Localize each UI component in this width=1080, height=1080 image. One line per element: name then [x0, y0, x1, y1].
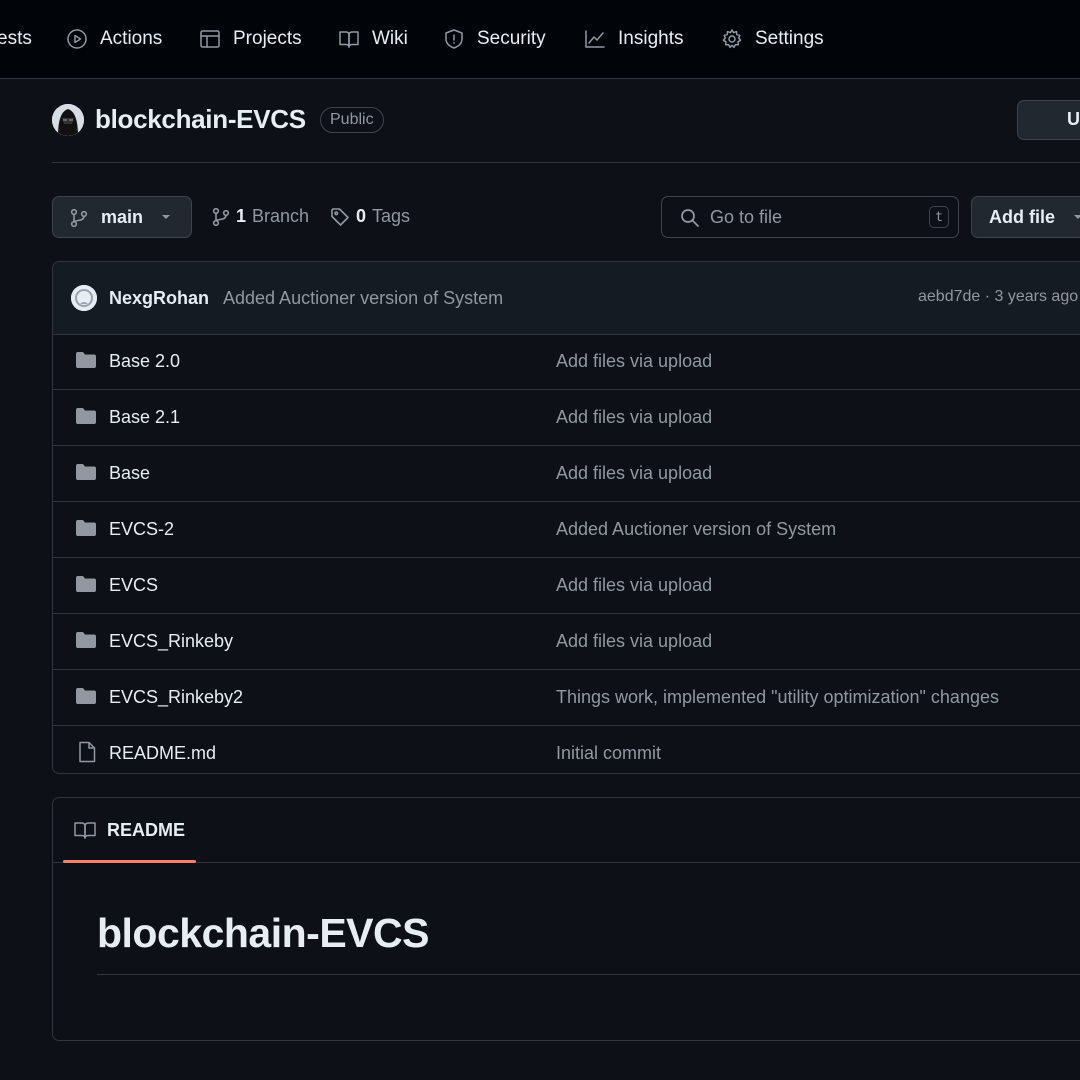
file-row[interactable]: Base 2.0 Add files via upload: [53, 334, 1080, 390]
nav-tab-label: ests: [0, 28, 32, 49]
add-file-label: Add file: [989, 207, 1055, 227]
shield-icon: [443, 28, 465, 50]
file-browser: NexgRohan Added Auctioner version of Sys…: [52, 261, 1080, 774]
visibility-badge: Public: [320, 107, 384, 133]
play-icon: [66, 28, 88, 50]
file-row[interactable]: EVCS_Rinkeby Add files via upload: [53, 614, 1080, 670]
gear-icon: [721, 28, 743, 50]
file-row[interactable]: Base Add files via upload: [53, 446, 1080, 502]
file-name-link[interactable]: EVCS: [109, 575, 158, 596]
branch-count-label: Branch: [252, 206, 310, 226]
pin-button-label: U: [1067, 109, 1080, 129]
folder-icon: [75, 630, 97, 650]
file-commit-message[interactable]: Initial commit: [556, 743, 661, 764]
repo-name[interactable]: blockchain-EVCS: [95, 104, 306, 135]
file-row[interactable]: Base 2.1 Add files via upload: [53, 390, 1080, 446]
pin-button[interactable]: U: [1017, 100, 1080, 140]
file-row[interactable]: EVCS-2 Added Auctioner version of System: [53, 502, 1080, 558]
file-commit-message[interactable]: Add files via upload: [556, 463, 712, 484]
branch-name: main: [101, 207, 144, 227]
folder-icon: [75, 518, 97, 538]
branches-link[interactable]: 1 Branch: [212, 206, 309, 227]
book-icon: [338, 28, 360, 50]
file-row[interactable]: EVCS Add files via upload: [53, 558, 1080, 614]
folder-icon: [75, 574, 97, 594]
tag-count-label: Tags: [372, 206, 411, 226]
tag-icon: [330, 207, 350, 227]
nav-tab-label: Insights: [618, 28, 684, 49]
keyboard-shortcut-hint: t: [929, 206, 949, 228]
file-commit-message[interactable]: Things work, implemented "utility optimi…: [556, 687, 999, 708]
go-to-file-placeholder: Go to file: [710, 207, 783, 227]
nav-tab-projects[interactable]: Projects: [199, 0, 302, 78]
file-name-link[interactable]: README.md: [109, 743, 216, 764]
nav-tab-label: Actions: [100, 28, 163, 49]
nav-tab-label: Wiki: [372, 28, 408, 49]
file-row[interactable]: EVCS_Rinkeby2 Things work, implemented "u…: [53, 670, 1080, 726]
nav-tab-insights[interactable]: Insights: [584, 0, 683, 78]
readme-heading: blockchain-EVCS: [97, 910, 429, 956]
tags-link[interactable]: 0 Tags: [330, 206, 410, 227]
graph-icon: [584, 28, 606, 50]
commit-author[interactable]: NexgRohan: [109, 288, 209, 309]
folder-icon: [75, 686, 97, 706]
active-tab-indicator: [63, 860, 196, 863]
readme-panel: README blockchain-EVCS: [52, 797, 1080, 1041]
file-name-link[interactable]: EVCS_Rinkeby: [109, 631, 233, 652]
file-name-link[interactable]: Base 2.0: [109, 351, 180, 372]
file-commit-message[interactable]: Added Auctioner version of System: [556, 519, 836, 540]
commit-message[interactable]: Added Auctioner version of System: [223, 288, 503, 309]
repo-nav-bar: ests Actions Projects Wiki Security Insi…: [0, 0, 1080, 79]
commit-author-avatar[interactable]: [71, 285, 97, 311]
nav-tab-label: Settings: [755, 28, 824, 49]
file-commit-message[interactable]: Add files via upload: [556, 351, 712, 372]
add-file-button[interactable]: Add file: [971, 196, 1080, 238]
file-icon: [77, 741, 97, 763]
search-icon: [680, 208, 700, 228]
book-icon: [74, 820, 96, 840]
go-to-file-input[interactable]: Go to file t: [661, 196, 959, 238]
readme-tab[interactable]: README: [63, 798, 196, 863]
file-commit-message[interactable]: Add files via upload: [556, 575, 712, 596]
chevron-down-icon: [1072, 212, 1080, 222]
nav-tab-actions[interactable]: Actions: [66, 0, 162, 78]
owner-avatar[interactable]: [52, 104, 84, 136]
table-icon: [199, 28, 221, 50]
nav-tab-label: Security: [477, 28, 546, 49]
nav-tab-settings[interactable]: Settings: [721, 0, 824, 78]
branch-count: 1: [236, 206, 247, 226]
nav-tab-security[interactable]: Security: [443, 0, 546, 78]
tag-count: 0: [356, 206, 367, 226]
repo-header: blockchain-EVCS Public U: [52, 100, 1080, 163]
commit-hash-and-time[interactable]: aebd7de · 3 years ago: [918, 288, 1078, 306]
file-row[interactable]: README.md Initial commit: [53, 726, 1080, 773]
branch-icon: [70, 208, 88, 228]
file-name-link[interactable]: EVCS-2: [109, 519, 174, 540]
file-name-link[interactable]: Base: [109, 463, 150, 484]
nav-tab-label: Projects: [233, 28, 302, 49]
chevron-down-icon: [160, 212, 172, 222]
readme-tab-label: README: [107, 820, 186, 840]
heading-divider: [97, 974, 1080, 975]
folder-icon: [75, 406, 97, 426]
file-name-link[interactable]: Base 2.1: [109, 407, 180, 428]
folder-icon: [75, 350, 97, 370]
file-list: Base 2.0 Add files via upload Base 2.1 Add …: [53, 334, 1080, 773]
branch-icon: [212, 207, 230, 227]
latest-commit-bar: NexgRohan Added Auctioner version of Sys…: [53, 262, 1080, 335]
nav-tab-wiki[interactable]: Wiki: [338, 0, 408, 78]
file-name-link[interactable]: EVCS_Rinkeby2: [109, 687, 243, 708]
readme-tab-bar: README: [53, 798, 1080, 863]
branch-selector-button[interactable]: main: [52, 196, 192, 238]
nav-tab-pull-requests[interactable]: ests: [0, 0, 32, 78]
file-commit-message[interactable]: Add files via upload: [556, 631, 712, 652]
folder-icon: [75, 462, 97, 482]
file-commit-message[interactable]: Add files via upload: [556, 407, 712, 428]
